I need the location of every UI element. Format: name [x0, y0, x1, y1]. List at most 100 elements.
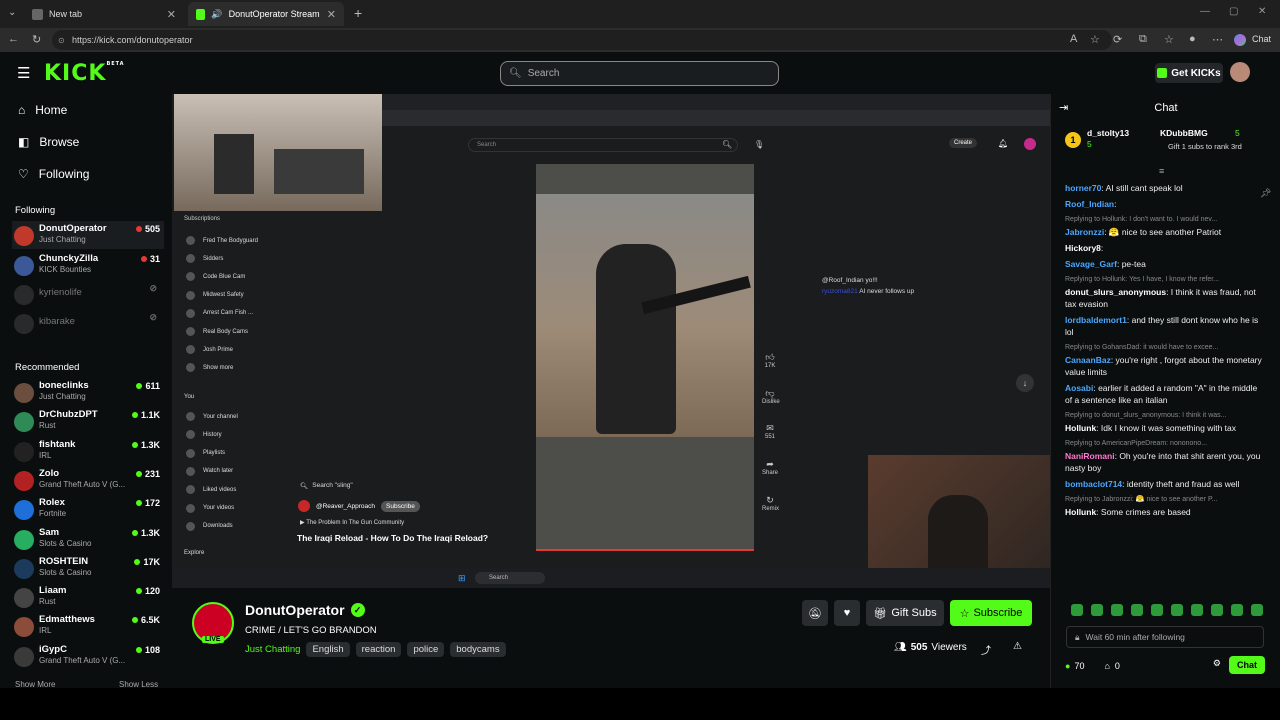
emote-icon[interactable] — [1251, 604, 1263, 616]
chat-username[interactable]: Jabronzzi — [1065, 227, 1104, 237]
copilot-chat-label[interactable]: Chat — [1252, 34, 1271, 44]
read-aloud-icon[interactable]: A — [1070, 33, 1077, 45]
chat-input[interactable]: 🔒︎ Wait 60 min after following — [1066, 626, 1264, 648]
yt-mic-icon[interactable]: 🎙︎ — [754, 140, 764, 149]
close-tab-icon[interactable]: ✕ — [327, 8, 336, 21]
profile-icon[interactable]: ● — [1189, 33, 1196, 45]
recommended-channel[interactable]: Edmatthews IRL 6.5K — [12, 612, 164, 640]
yt-you-item[interactable]: History — [186, 430, 222, 440]
chat-message[interactable]: Savage_Garf: pe-tea — [1065, 258, 1265, 270]
kick-logo[interactable]: KICKBETA — [44, 61, 125, 86]
share-icon[interactable]: ⤴ — [981, 642, 991, 657]
new-tab-icon[interactable]: + — [354, 5, 362, 21]
leader-user-1[interactable]: d_stolty13 — [1087, 128, 1129, 138]
more-menu-icon[interactable]: ⋯ — [1212, 33, 1223, 46]
browser-tab-newtab[interactable]: New tab ✕ — [24, 2, 184, 26]
recommended-channel[interactable]: Rolex Fortnite 172 — [12, 495, 164, 523]
chat-message[interactable]: Replying to Jabronzzi: 😤 nice to see ano… — [1065, 494, 1265, 518]
url-field[interactable]: ⊙ https://kick.com/donutoperator — [52, 30, 1112, 50]
following-channel[interactable]: ChunckyZilla KICK Bounties 31 — [12, 251, 164, 279]
sidebar-item-home[interactable]: ⌂ Home — [18, 103, 67, 117]
short-action[interactable]: ➦ Share — [762, 459, 778, 476]
chat-message[interactable]: Replying to donut_slurs_anonymous: I thi… — [1065, 410, 1265, 434]
reload-icon[interactable]: ↻ — [32, 33, 41, 46]
chat-username[interactable]: Aosabi — [1065, 383, 1093, 393]
chat-message[interactable]: Replying to Hollunk: Yes I have, I know … — [1065, 274, 1265, 310]
search-input[interactable]: 🔍︎ Search — [500, 61, 779, 86]
chat-message[interactable]: Replying to Hollunk: I don't want to. I … — [1065, 214, 1265, 238]
yt-bell-icon[interactable]: 🔔︎ — [998, 139, 1008, 148]
browser-tab-kick[interactable]: 🔊 DonutOperator Stream - Watc ✕ — [188, 2, 344, 26]
short-action[interactable]: 👍︎ 17K — [762, 352, 778, 369]
chat-username[interactable]: Hollunk — [1065, 507, 1096, 517]
chat-username[interactable]: NaniRomani — [1065, 451, 1115, 461]
chat-message[interactable]: bombaclot714: identity theft and fraud a… — [1065, 478, 1265, 490]
emote-icon[interactable] — [1191, 604, 1203, 616]
back-icon[interactable]: ← — [8, 33, 19, 45]
user-avatar[interactable] — [1230, 62, 1250, 82]
yt-you-item[interactable]: Playlists — [186, 448, 225, 458]
video-player[interactable]: Search 🔍︎ 🎙︎ Create 🔔︎ Subscriptions Fre… — [172, 94, 1050, 588]
extensions-icon[interactable]: ⟳ — [1113, 33, 1122, 46]
recommended-channel[interactable]: DrChubzDPT Rust 1.1K — [12, 407, 164, 435]
maximize-icon[interactable]: ▢ — [1229, 6, 1238, 17]
yt-short-video[interactable] — [536, 164, 754, 551]
yt-subscription-item[interactable]: Fred The Bodyguard — [186, 236, 258, 245]
tag-english[interactable]: English — [306, 642, 350, 657]
following-channel[interactable]: kibarake ⊘ — [12, 309, 164, 337]
yt-subscription-item[interactable]: Sidders — [186, 254, 223, 264]
chat-message[interactable]: Roof_Indian: — [1065, 198, 1265, 210]
chat-username[interactable]: horner70 — [1065, 183, 1101, 193]
yt-you-item[interactable]: Liked videos — [186, 485, 236, 495]
taskbar-search[interactable]: Search — [475, 572, 545, 584]
recommended-channel[interactable]: ROSHTEIN Slots & Casino 17K — [12, 554, 164, 582]
scroll-down-arrow-icon[interactable]: ↓ — [1016, 374, 1034, 392]
copilot-icon[interactable] — [1234, 34, 1246, 46]
chat-username[interactable]: Hickory8 — [1065, 243, 1101, 253]
mute-notifications-button[interactable]: 🔕︎ — [802, 600, 828, 626]
emote-icon[interactable] — [1211, 604, 1223, 616]
chat-message[interactable]: Replying to AmericanPipeDream: nononono.… — [1065, 438, 1265, 474]
yt-account-avatar[interactable] — [1024, 138, 1036, 150]
windows-start-icon[interactable]: ⊞ — [458, 573, 466, 584]
chat-username[interactable]: Roof_Indian — [1065, 199, 1114, 209]
chat-username[interactable]: donut_slurs_anonymous — [1065, 287, 1166, 297]
emote-icon[interactable] — [1091, 604, 1103, 616]
chat-message[interactable]: Hickory8: — [1065, 242, 1265, 254]
yt-subscription-item[interactable]: Josh Prime — [186, 345, 233, 355]
tab-list-chevron-icon[interactable]: ⌄ — [8, 7, 16, 18]
recommended-channel[interactable]: Sam Slots & Casino 1.3K — [12, 525, 164, 553]
audio-playing-icon[interactable]: 🔊 — [211, 9, 222, 20]
get-kicks-button[interactable]: Get KICKs — [1155, 63, 1223, 83]
close-tab-icon[interactable]: ✕ — [167, 8, 176, 21]
yt-you-item[interactable]: Your channel — [186, 412, 238, 421]
yt-search-icon[interactable]: 🔍︎ — [722, 140, 732, 149]
yt-you-item[interactable]: Downloads — [186, 521, 233, 531]
gift-subs-button[interactable]: 🎁︎ Gift Subs — [866, 600, 944, 626]
emote-icon[interactable] — [1151, 604, 1163, 616]
yt-search-input[interactable]: Search — [468, 138, 738, 152]
channel-avatar[interactable] — [298, 500, 310, 512]
chat-username[interactable]: bombaclot714 — [1065, 479, 1122, 489]
report-warning-icon[interactable]: ⚠ — [1013, 641, 1022, 652]
short-subscribe-button[interactable]: Subscribe — [381, 500, 420, 512]
chat-username[interactable]: Savage_Garf — [1065, 259, 1117, 269]
close-window-icon[interactable]: ✕ — [1258, 6, 1266, 17]
yt-you-header[interactable]: You — [184, 394, 194, 400]
yt-create-button[interactable]: Create — [949, 138, 978, 148]
short-playlist[interactable]: ▶ The Problem In The Gun Community — [300, 519, 404, 526]
short-channel-name[interactable]: @Reaver_Approach — [316, 503, 375, 510]
emote-icon[interactable] — [1231, 604, 1243, 616]
streamer-name[interactable]: DonutOperator — [245, 602, 345, 618]
expand-leaderboard-icon[interactable]: ≡ — [1159, 166, 1164, 176]
site-info-icon[interactable]: ⊙ — [58, 36, 65, 45]
follow-heart-button[interactable]: ♥ — [834, 600, 860, 626]
yt-you-item[interactable]: Your videos — [186, 503, 234, 513]
yt-subscription-item[interactable]: Arrest Cam Fish ... — [186, 308, 253, 318]
short-search-chip[interactable]: 🔍︎ Search "sling" — [300, 482, 353, 490]
yt-you-item[interactable]: Watch later — [186, 466, 233, 476]
minimize-icon[interactable]: — — [1200, 6, 1210, 17]
sidebar-item-browse[interactable]: ◧ Browse — [18, 135, 79, 149]
following-channel[interactable]: kyrienolife ⊘ — [12, 280, 164, 308]
category-link[interactable]: Just Chatting — [245, 642, 300, 657]
